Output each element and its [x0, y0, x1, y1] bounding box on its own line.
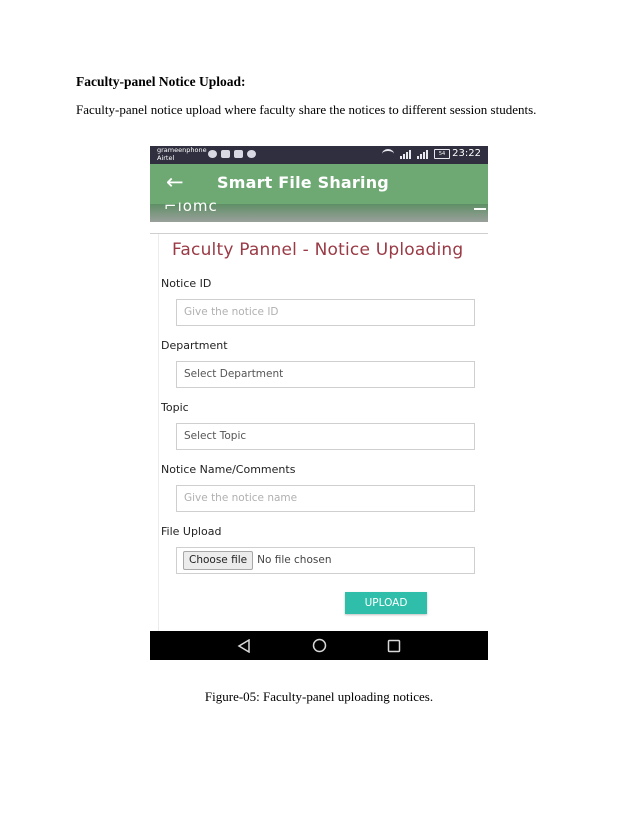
chat-icon	[247, 150, 256, 158]
notice-id-input[interactable]: Give the notice ID	[176, 299, 475, 326]
upload-button[interactable]: UPLOAD	[345, 592, 427, 614]
topic-label: Topic	[161, 401, 189, 414]
system-icons: 54	[382, 149, 450, 159]
choose-file-button[interactable]: Choose file	[183, 551, 254, 570]
notice-upload-panel: Faculty Pannel - Notice Uploading Notice…	[150, 233, 488, 634]
app-title: Smart File Sharing	[217, 173, 389, 192]
file-status-text: No file chosen	[257, 554, 332, 566]
department-label: Department	[161, 339, 228, 352]
home-circle-icon[interactable]	[304, 631, 334, 660]
back-triangle-icon[interactable]	[229, 631, 259, 660]
document-paragraph: Faculty-panel notice upload where facult…	[76, 102, 537, 117]
status-time: 23:22	[452, 148, 481, 159]
document-heading: Faculty-panel Notice Upload:	[76, 74, 246, 89]
file-upload-label: File Upload	[161, 525, 222, 538]
figure-caption: Figure-05: Faculty-panel uploading notic…	[204, 689, 434, 704]
phone-screenshot: grameenphone Airtel 54 23:22 ← Smart Fil…	[150, 146, 488, 660]
carrier-info: grameenphone Airtel	[157, 146, 207, 162]
signal-icon	[417, 149, 428, 159]
topic-select[interactable]: Select Topic	[176, 423, 475, 450]
mail-icon	[221, 150, 230, 158]
carrier-name-2: Airtel	[157, 153, 175, 162]
file-upload-field: Choose file No file chosen	[176, 547, 475, 574]
notice-name-input[interactable]: Give the notice name	[176, 485, 475, 512]
messenger-icon	[208, 150, 217, 158]
battery-icon: 54	[434, 149, 450, 159]
status-bar: grameenphone Airtel 54 23:22	[150, 146, 488, 164]
department-select[interactable]: Select Department	[176, 361, 475, 388]
notice-name-label: Notice Name/Comments	[161, 463, 296, 476]
recents-square-icon[interactable]	[379, 631, 409, 660]
home-strip: ⌐ıomc	[150, 197, 488, 222]
wifi-icon	[382, 149, 394, 159]
panel-title: Faculty Pannel - Notice Uploading	[172, 240, 464, 260]
menu-dash-icon	[474, 208, 486, 210]
arrow-left-icon[interactable]: ←	[166, 170, 184, 194]
notice-id-label: Notice ID	[161, 277, 212, 290]
notification-icons	[208, 150, 256, 158]
signal-icon	[400, 149, 411, 159]
home-tab-fragment: ⌐ıomc	[164, 197, 218, 215]
gallery-icon	[234, 150, 243, 158]
android-nav-bar	[150, 631, 488, 660]
